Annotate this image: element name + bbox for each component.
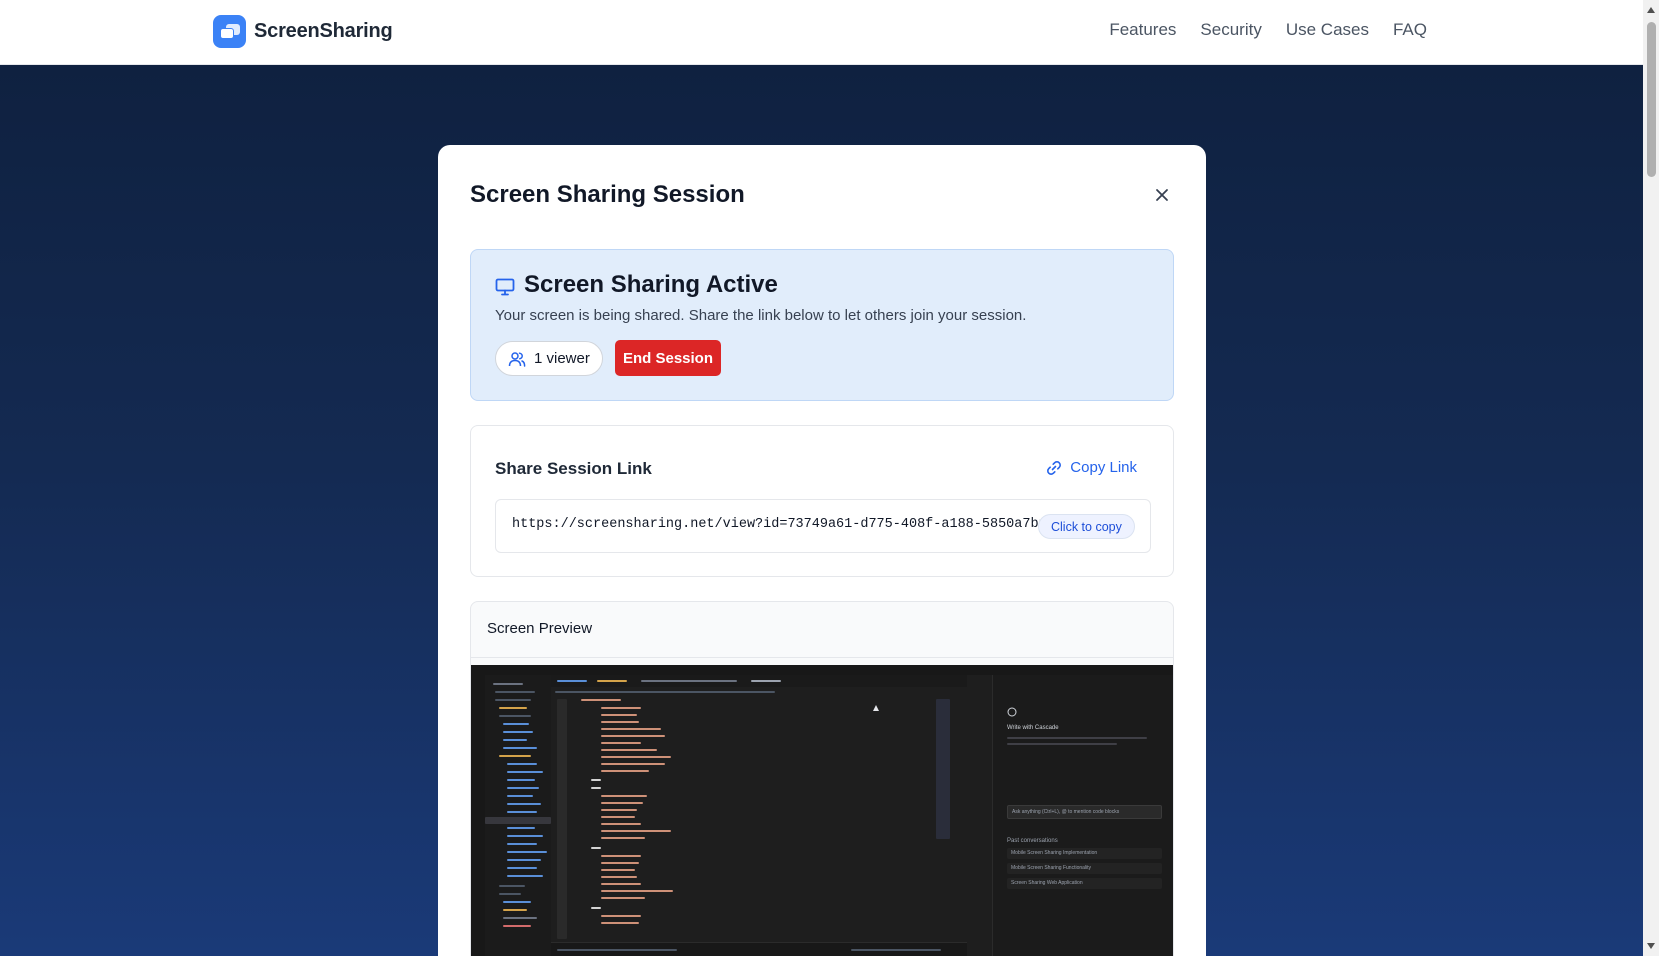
- preview-chat-recent-label: Past conversations: [1007, 838, 1058, 844]
- session-modal: Screen Sharing Session Screen Sharing Ac…: [438, 145, 1206, 956]
- copy-link-label: Copy Link: [1070, 459, 1137, 476]
- screen-preview-panel: Screen Preview Write with Cascade Ask an…: [470, 601, 1174, 956]
- page-scrollbar[interactable]: [1643, 0, 1659, 956]
- screen-preview-image: Write with Cascade Ask anything (Ctrl+L)…: [471, 665, 1173, 956]
- top-navbar: ScreenSharing Features Security Use Case…: [0, 0, 1643, 65]
- nav-link-security[interactable]: Security: [1200, 20, 1261, 40]
- preview-menubar: [471, 665, 1173, 675]
- preview-mouse-cursor-icon: [873, 705, 879, 711]
- screen-preview-title: Screen Preview: [487, 620, 593, 637]
- scroll-up-arrow-icon[interactable]: [1647, 7, 1655, 13]
- nav-link-use-cases[interactable]: Use Cases: [1286, 20, 1369, 40]
- share-link-panel: Share Session Link Copy Link https://scr…: [470, 425, 1174, 577]
- scrollbar-thumb[interactable]: [1647, 22, 1656, 177]
- brand-name: ScreenSharing: [254, 20, 393, 42]
- preview-chat-item: Mobile Screen Sharing Implementation: [1007, 848, 1162, 859]
- screens-logo-icon: [213, 15, 246, 48]
- scroll-down-arrow-icon[interactable]: [1647, 943, 1655, 949]
- users-icon: [508, 351, 526, 367]
- nav-link-faq[interactable]: FAQ: [1393, 20, 1427, 40]
- preview-code-editor: [551, 687, 967, 942]
- end-session-button[interactable]: End Session: [615, 340, 721, 376]
- close-icon: [1156, 189, 1168, 201]
- viewer-count-badge: 1 viewer: [495, 341, 603, 376]
- preview-file-explorer: [485, 675, 551, 956]
- preview-chat-logo-icon: [1007, 707, 1017, 717]
- close-button[interactable]: [1150, 183, 1174, 207]
- sharing-active-panel: Screen Sharing Active Your screen is bei…: [470, 249, 1174, 401]
- preview-chat-item: Mobile Screen Sharing Functionality: [1007, 863, 1162, 874]
- monitor-icon: [495, 278, 515, 296]
- screen-preview-header: Screen Preview: [471, 602, 1173, 658]
- modal-title: Screen Sharing Session: [470, 181, 745, 208]
- nav-link-features[interactable]: Features: [1109, 20, 1176, 40]
- nav-links: Features Security Use Cases FAQ: [1109, 20, 1427, 40]
- link-icon: [1047, 460, 1062, 475]
- preview-chat-input: Ask anything (Ctrl+L), @ to mention code…: [1007, 805, 1162, 819]
- viewer-count-label: 1 viewer: [534, 350, 590, 367]
- preview-chat-input-placeholder: Ask anything (Ctrl+L), @ to mention code…: [1012, 809, 1120, 815]
- preview-chat-item: Screen Sharing Web Application: [1007, 878, 1162, 889]
- session-url-text[interactable]: https://screensharing.net/view?id=73749a…: [512, 517, 1040, 532]
- share-link-title: Share Session Link: [495, 459, 652, 478]
- preview-terminal-panel: [551, 942, 967, 956]
- copy-link-button[interactable]: Copy Link: [1046, 459, 1137, 476]
- click-to-copy-button[interactable]: Click to copy: [1038, 514, 1135, 539]
- preview-chat-panel: Write with Cascade Ask anything (Ctrl+L)…: [992, 675, 1173, 956]
- sharing-active-title: Screen Sharing Active: [524, 271, 778, 298]
- brand[interactable]: ScreenSharing: [213, 15, 393, 48]
- preview-editor-tabs: [551, 675, 967, 687]
- preview-activity-bar: [471, 675, 485, 956]
- preview-chat-heading: Write with Cascade: [1007, 725, 1059, 731]
- sharing-active-description: Your screen is being shared. Share the l…: [495, 307, 1027, 324]
- session-url-field[interactable]: https://screensharing.net/view?id=73749a…: [495, 499, 1151, 553]
